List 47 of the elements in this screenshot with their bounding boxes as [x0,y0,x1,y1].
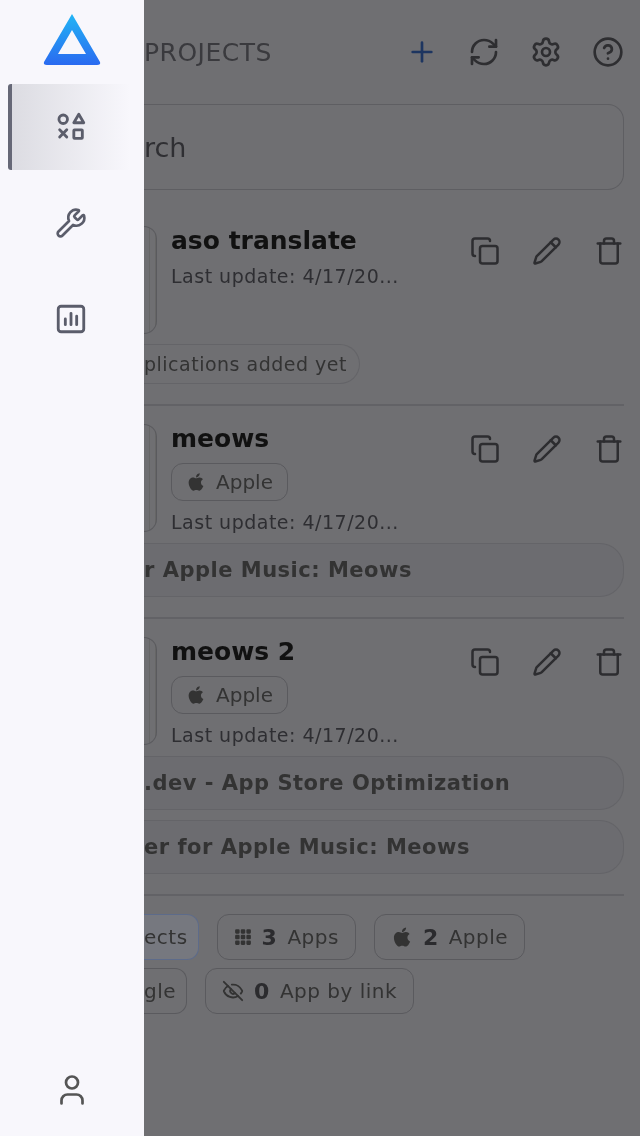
last-update-text: Last update: 4/17/20... [171,724,400,746]
edit-icon[interactable] [532,434,562,464]
project-title: meows 2 [171,637,297,666]
copy-icon[interactable] [470,647,500,677]
last-update-text: Last update: 4/17/20... [171,265,400,287]
filter-chip[interactable]: ects [144,914,199,960]
badge-label: Apple [216,470,273,494]
settings-icon[interactable] [530,36,562,68]
app-thumbnail-icon [144,637,157,745]
app-thumbnail-icon [144,424,157,532]
chip-count: 2 [422,924,439,950]
chip-label: ects [144,925,188,949]
filter-chip[interactable]: 0 App by link [205,968,415,1014]
logo-icon [42,12,102,66]
app-pill[interactable]: er for Apple Music: Meows [144,820,624,874]
edit-icon[interactable] [532,236,562,266]
badge-label: Apple [216,683,273,707]
apple-icon [186,685,206,705]
search-field[interactable]: rch [144,104,624,190]
filter-chip[interactable]: 3 Apps [216,914,356,960]
delete-icon[interactable] [594,236,624,266]
chip-label: App by link [279,979,398,1003]
refresh-icon[interactable] [468,36,500,68]
help-icon[interactable] [592,36,624,68]
chip-label: Apps [287,925,339,949]
delete-icon[interactable] [594,434,624,464]
filter-chip[interactable]: 2 Apple [373,914,526,960]
edit-icon[interactable] [532,647,562,677]
wrench-icon [55,207,87,239]
filter-chip[interactable]: gle [144,968,188,1014]
grid-icon [233,928,252,946]
project-title: aso translate [171,226,358,255]
app-pill[interactable]: r Apple Music: Meows [144,543,624,597]
chip-count: 0 [254,978,270,1004]
copy-icon[interactable] [470,236,500,266]
project-title: meows [171,424,271,453]
chip-label: Apple [448,925,509,949]
app-pill[interactable]: .dev - App Store Optimization [144,756,624,810]
bar-chart-icon [54,302,88,336]
delete-icon[interactable] [594,647,624,677]
app-thumbnail-icon [144,226,157,334]
chip-count: 3 [261,924,278,950]
apple-icon [186,472,206,492]
eye-off-icon [222,980,245,1002]
copy-icon[interactable] [470,434,500,464]
chip-label: gle [144,979,177,1003]
last-update-text: Last update: 4/17/20... [171,511,400,533]
